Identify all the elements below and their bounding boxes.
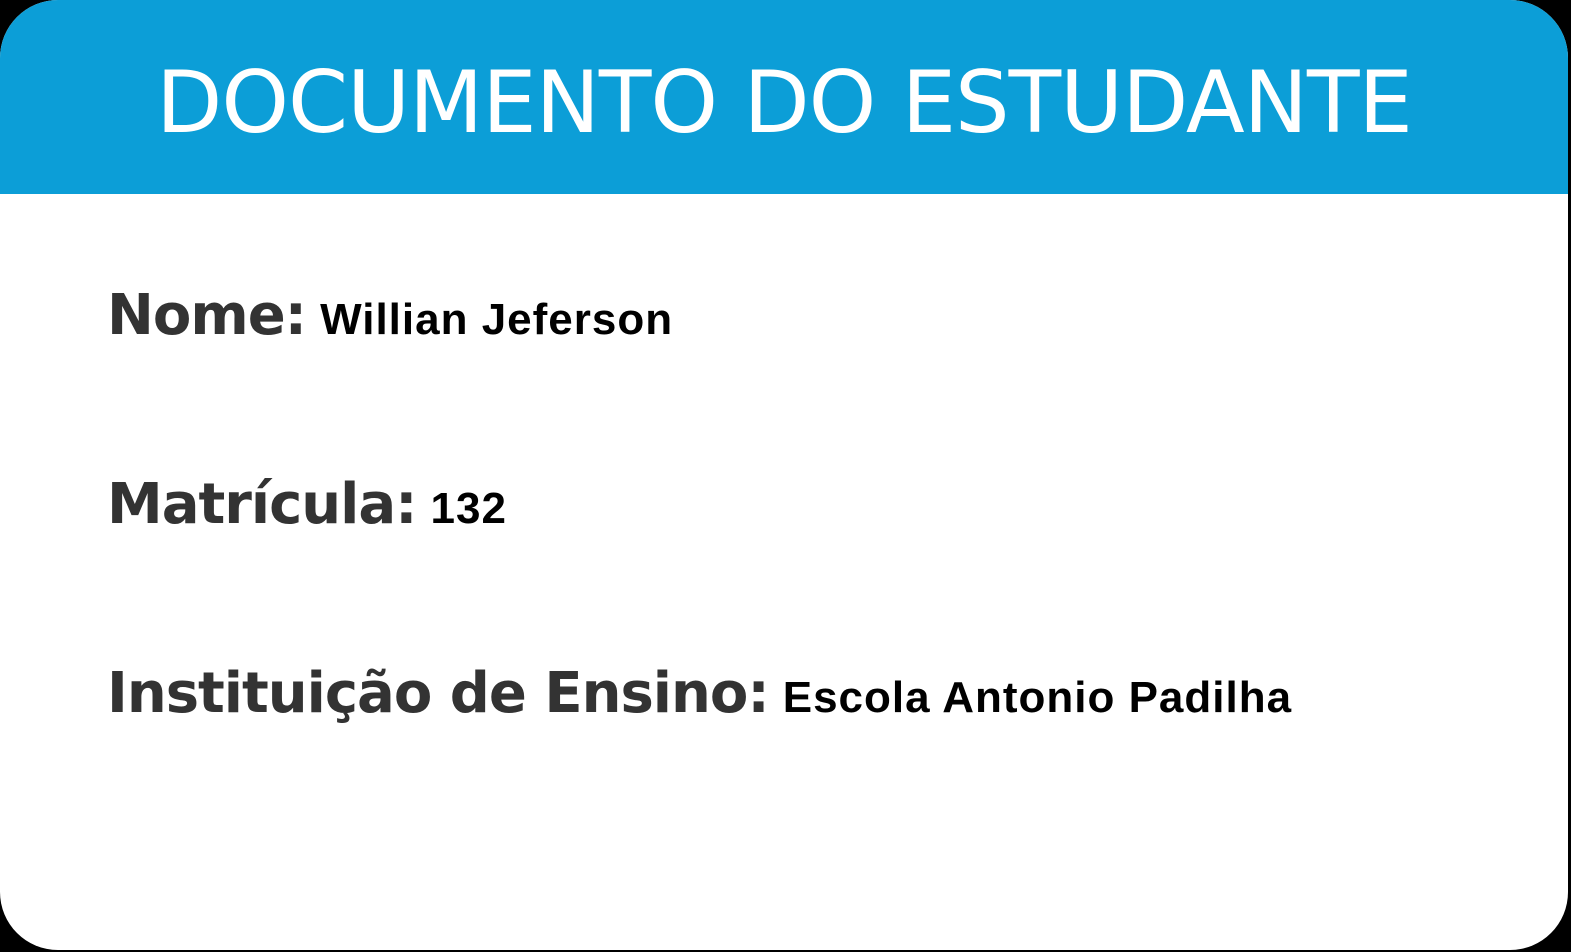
institution-value: Escola Antonio Padilha xyxy=(782,673,1293,722)
name-label: Nome: xyxy=(107,283,307,348)
registration-label: Matrícula: xyxy=(107,472,418,537)
institution-label: Instituição de Ensino: xyxy=(107,661,770,726)
institution-field: Instituição de Ensino: Escola Antonio Pa… xyxy=(107,666,1292,722)
card-header: DOCUMENTO DO ESTUDANTE xyxy=(0,0,1568,194)
name-field: Nome: Willian Jeferson xyxy=(107,288,673,344)
registration-field: Matrícula: 132 xyxy=(107,477,507,533)
registration-value: 132 xyxy=(430,484,507,533)
student-document-card: DOCUMENTO DO ESTUDANTE Nome: Willian Jef… xyxy=(0,0,1568,950)
name-value: Willian Jeferson xyxy=(320,295,674,344)
document-title: DOCUMENTO DO ESTUDANTE xyxy=(156,53,1413,153)
